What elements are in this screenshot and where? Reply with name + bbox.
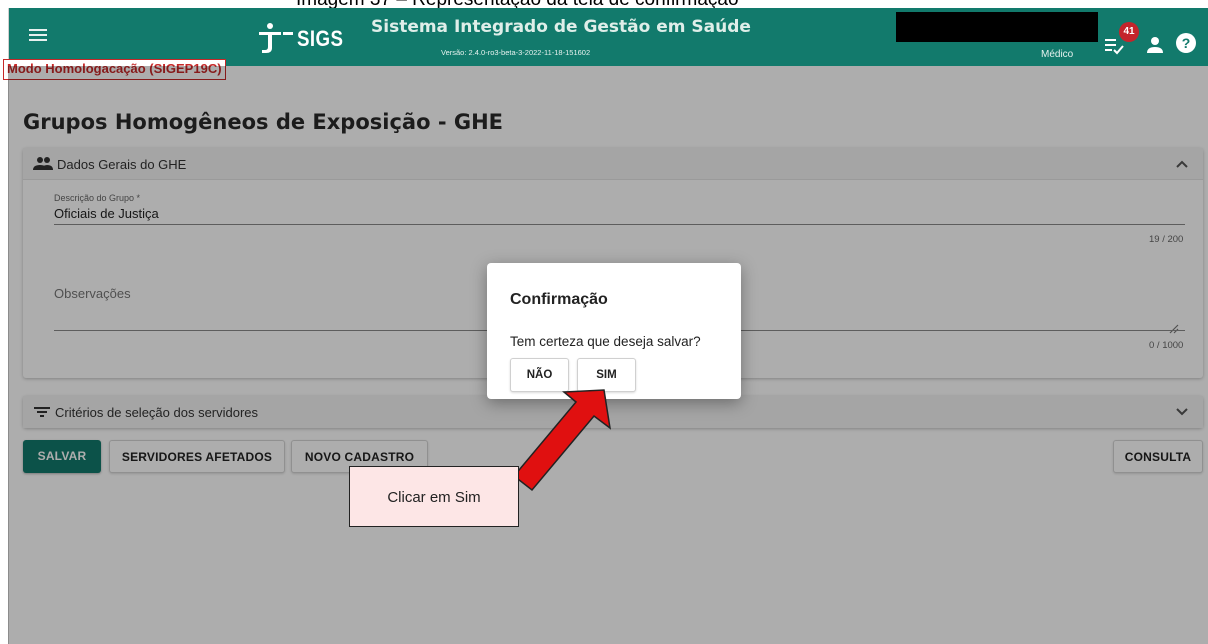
dialog-message: Tem certeza que deseja salvar? — [510, 334, 701, 349]
top-app-bar: SIGS Sistema Integrado de Gestão em Saúd… — [9, 8, 1208, 66]
confirmation-dialog: Confirmação Tem certeza que deseja salva… — [487, 263, 741, 399]
redacted-user-block — [896, 12, 1098, 42]
brand-logo-text: SIGS — [297, 26, 344, 51]
menu-icon[interactable] — [27, 26, 49, 44]
annotation-callout: Clicar em Sim — [349, 466, 519, 527]
person-icon[interactable] — [1144, 34, 1166, 56]
app-version: Versão: 2.4.0-ro3-beta-3-2022-11-18-1516… — [441, 48, 591, 57]
notification-badge: 41 — [1119, 22, 1139, 42]
help-icon[interactable]: ? — [1175, 32, 1197, 54]
dialog-title: Confirmação — [510, 291, 608, 308]
svg-text:?: ? — [1182, 35, 1191, 51]
user-role: Médico — [1041, 49, 1074, 60]
app-title: Sistema Integrado de Gestão em Saúde — [371, 17, 751, 37]
